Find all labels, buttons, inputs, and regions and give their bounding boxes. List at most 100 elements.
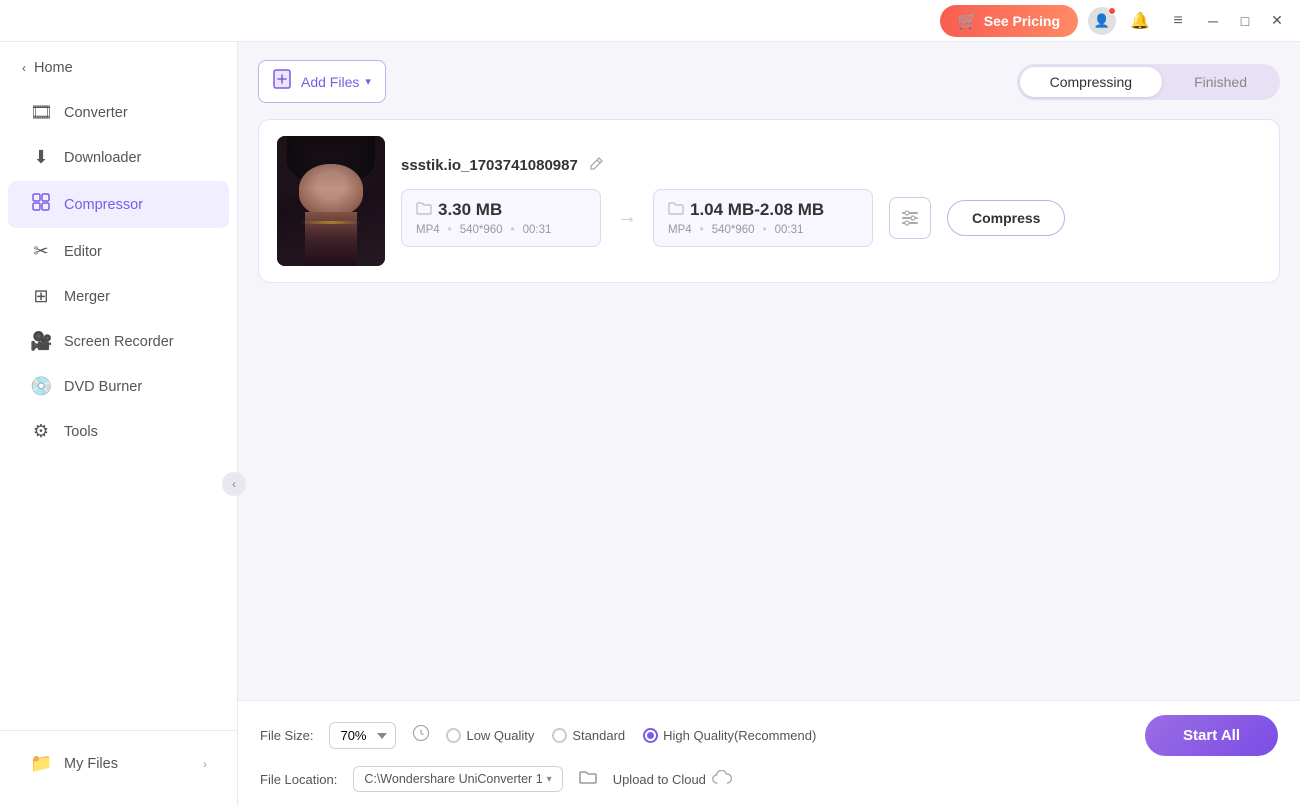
arrow-right-icon: → [617,206,637,229]
file-name: ssstik.io_1703741080987 [401,157,578,174]
target-resolution: 540*960 [712,224,755,236]
quality-row: File Size: 70% 50% 30% 90% Low [260,715,1278,756]
file-size-label: File Size: [260,728,313,743]
content-area: Add Files ▾ Compressing Finished [238,42,1300,700]
main-content: Add Files ▾ Compressing Finished [238,42,1300,806]
original-resolution: 540*960 [460,224,503,236]
open-folder-icon[interactable] [579,769,597,789]
target-file-meta: MP4 • 540*960 • 00:31 [668,224,858,236]
quality-settings-icon[interactable] [412,724,430,747]
see-pricing-label: See Pricing [984,13,1060,29]
upload-to-cloud-button[interactable]: Upload to Cloud [613,770,732,789]
dvd-burner-icon: 💿 [30,376,52,397]
edit-filename-icon[interactable] [588,156,604,175]
quality-low-radio[interactable] [446,728,461,743]
compress-settings-button[interactable] [889,197,931,239]
sidebar-collapse-button[interactable]: ‹ [222,472,246,496]
location-row: File Location: C:\Wondershare UniConvert… [260,766,1278,792]
quality-options: Low Quality Standard High Quality(Recomm… [446,728,816,743]
tab-compressing[interactable]: Compressing [1020,67,1162,97]
sidebar: ‹ Home 🎞 Converter ⬇ Downloader Compress… [0,42,238,806]
target-file-size: 1.04 MB-2.08 MB [668,200,858,220]
quality-standard-label: Standard [572,728,625,743]
screen-recorder-label: Screen Recorder [64,334,174,350]
original-folder-icon [416,201,432,219]
screen-recorder-icon: 🎥 [30,331,52,352]
original-duration: 00:31 [523,224,552,236]
title-bar: 🛒 See Pricing 👤 🔔 ≡ ─ □ ✕ [0,0,1300,42]
file-card: ssstik.io_1703741080987 [258,119,1280,283]
tabs-container: Compressing Finished [1017,64,1280,100]
add-file-plus-icon [273,68,295,95]
tools-icon: ⚙ [30,421,52,442]
compress-button[interactable]: Compress [947,200,1065,236]
sidebar-item-dvd-burner[interactable]: 💿 DVD Burner [8,365,229,408]
file-size-select[interactable]: 70% 50% 30% 90% [329,722,396,749]
sidebar-item-tools[interactable]: ⚙ Tools [8,410,229,453]
file-details: 3.30 MB MP4 • 540*960 • 00:31 → [401,189,1261,247]
sidebar-item-converter[interactable]: 🎞 Converter [8,91,229,134]
sidebar-item-editor[interactable]: ✂ Editor [8,230,229,273]
quality-standard-radio[interactable] [552,728,567,743]
add-files-chevron-icon: ▾ [365,75,371,88]
cloud-icon [712,770,732,789]
target-format: MP4 [668,224,692,236]
file-info: ssstik.io_1703741080987 [401,156,1261,247]
upload-cloud-label: Upload to Cloud [613,772,706,787]
thumbnail-image [277,136,385,266]
converter-label: Converter [64,105,128,121]
sidebar-item-downloader[interactable]: ⬇ Downloader [8,136,229,179]
app-body: ‹ Home 🎞 Converter ⬇ Downloader Compress… [0,42,1300,806]
sidebar-item-home[interactable]: ‹ Home [0,52,237,84]
quality-high-option[interactable]: High Quality(Recommend) [643,728,816,743]
notification-dot [1108,7,1116,15]
original-file-box: 3.30 MB MP4 • 540*960 • 00:31 [401,189,601,247]
compressor-icon [30,192,52,217]
tools-label: Tools [64,424,98,440]
compressor-label: Compressor [64,197,143,213]
back-chevron-icon: ‹ [22,61,26,75]
avatar-icon[interactable]: 👤 [1088,7,1116,35]
close-button[interactable]: ✕ [1266,10,1288,32]
target-file-box: 1.04 MB-2.08 MB MP4 • 540*960 • 00:31 [653,189,873,247]
converter-icon: 🎞 [30,102,52,123]
see-pricing-button[interactable]: 🛒 See Pricing [940,5,1078,37]
minimize-button[interactable]: ─ [1202,10,1224,32]
sidebar-item-compressor[interactable]: Compressor [8,181,229,228]
downloader-icon: ⬇ [30,147,52,168]
add-files-label: Add Files [301,74,359,90]
quality-low-option[interactable]: Low Quality [446,728,534,743]
sidebar-item-merger[interactable]: ⊞ Merger [8,275,229,318]
quality-high-radio[interactable] [643,728,658,743]
start-all-button[interactable]: Start All [1145,715,1278,756]
file-location-label: File Location: [260,772,337,787]
file-location-value: C:\Wondershare UniConverter 1 [364,772,542,786]
title-bar-icons: 👤 🔔 ≡ ─ □ ✕ [1088,7,1288,35]
quality-standard-option[interactable]: Standard [552,728,625,743]
file-thumbnail [277,136,385,266]
merger-label: Merger [64,289,110,305]
original-file-meta: MP4 • 540*960 • 00:31 [416,224,586,236]
quality-high-label: High Quality(Recommend) [663,728,816,743]
my-files-chevron-icon: › [203,757,207,771]
tab-finished[interactable]: Finished [1164,67,1277,97]
content-topbar: Add Files ▾ Compressing Finished [258,60,1280,103]
target-duration: 00:31 [775,224,804,236]
target-folder-icon [668,201,684,219]
quality-low-label: Low Quality [466,728,534,743]
sidebar-item-my-files[interactable]: 📁 My Files › [8,742,229,785]
menu-icon[interactable]: ≡ [1164,7,1192,35]
bell-icon[interactable]: 🔔 [1126,7,1154,35]
file-location-chevron-icon: ▾ [547,774,552,785]
original-file-size: 3.30 MB [416,200,586,220]
file-location-select[interactable]: C:\Wondershare UniConverter 1 ▾ [353,766,562,792]
maximize-button[interactable]: □ [1234,10,1256,32]
dvd-burner-label: DVD Burner [64,379,142,395]
add-files-button[interactable]: Add Files ▾ [258,60,386,103]
editor-icon: ✂ [30,241,52,262]
original-format: MP4 [416,224,440,236]
editor-label: Editor [64,244,102,260]
fire-icon: 🛒 [958,11,978,31]
sidebar-item-screen-recorder[interactable]: 🎥 Screen Recorder [8,320,229,363]
downloader-label: Downloader [64,150,141,166]
